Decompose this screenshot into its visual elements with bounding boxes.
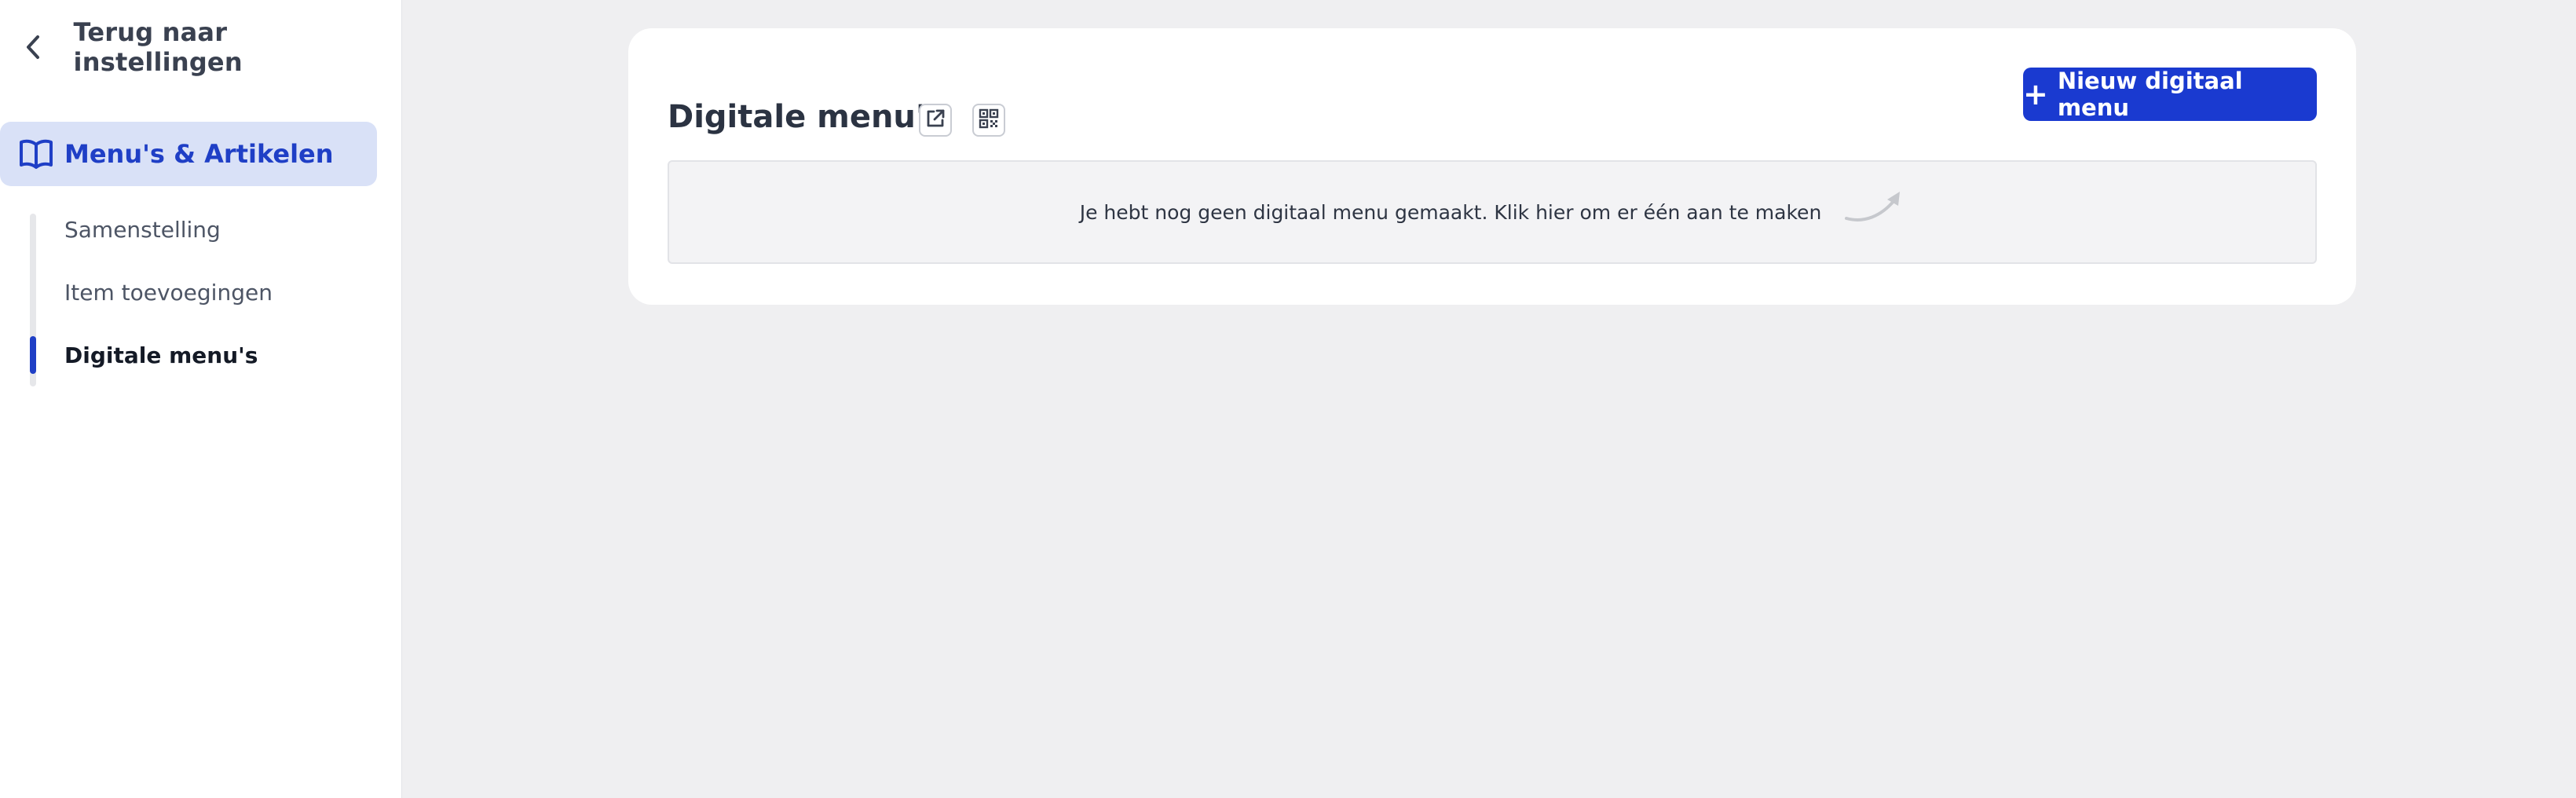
sidebar-item-digitale-menus[interactable]: Digitale menu's: [30, 324, 375, 386]
qr-code-button[interactable]: [972, 104, 1005, 137]
sidebar-subnav: Samenstelling Item toevoegingen Digitale…: [30, 198, 375, 386]
sidebar-item-item-toevoegingen[interactable]: Item toevoegingen: [30, 261, 375, 324]
back-to-settings-link[interactable]: Terug naar instellingen: [17, 17, 401, 77]
empty-state: Je hebt nog geen digitaal menu gemaakt. …: [668, 160, 2317, 264]
back-label: Terug naar instellingen: [73, 17, 243, 77]
sidebar-section-label: Menu's & Artikelen: [64, 139, 334, 169]
sidebar: Terug naar instellingen Menu's & Artikel…: [0, 0, 402, 798]
curved-arrow-icon: [1842, 187, 1905, 226]
chevron-left-icon: [17, 31, 49, 63]
plus-icon: +: [2023, 77, 2048, 112]
sidebar-item-samenstelling[interactable]: Samenstelling: [30, 198, 375, 261]
new-digital-menu-label: Nieuw digitaal menu: [2057, 68, 2243, 121]
page-title: Digitale menu's: [668, 99, 944, 135]
external-link-icon: [924, 108, 946, 133]
new-digital-menu-button[interactable]: + Nieuw digitaal menu: [2023, 68, 2317, 121]
sidebar-item-menus-artikelen[interactable]: Menu's & Artikelen: [0, 122, 377, 186]
external-link-button[interactable]: [919, 104, 952, 137]
book-open-icon: [17, 135, 55, 173]
qr-code-icon: [978, 108, 1000, 133]
empty-state-message: Je hebt nog geen digitaal menu gemaakt. …: [1079, 200, 1822, 224]
digital-menus-card: Digitale menu's + Nieuw digitaal menu Je…: [628, 28, 2356, 305]
